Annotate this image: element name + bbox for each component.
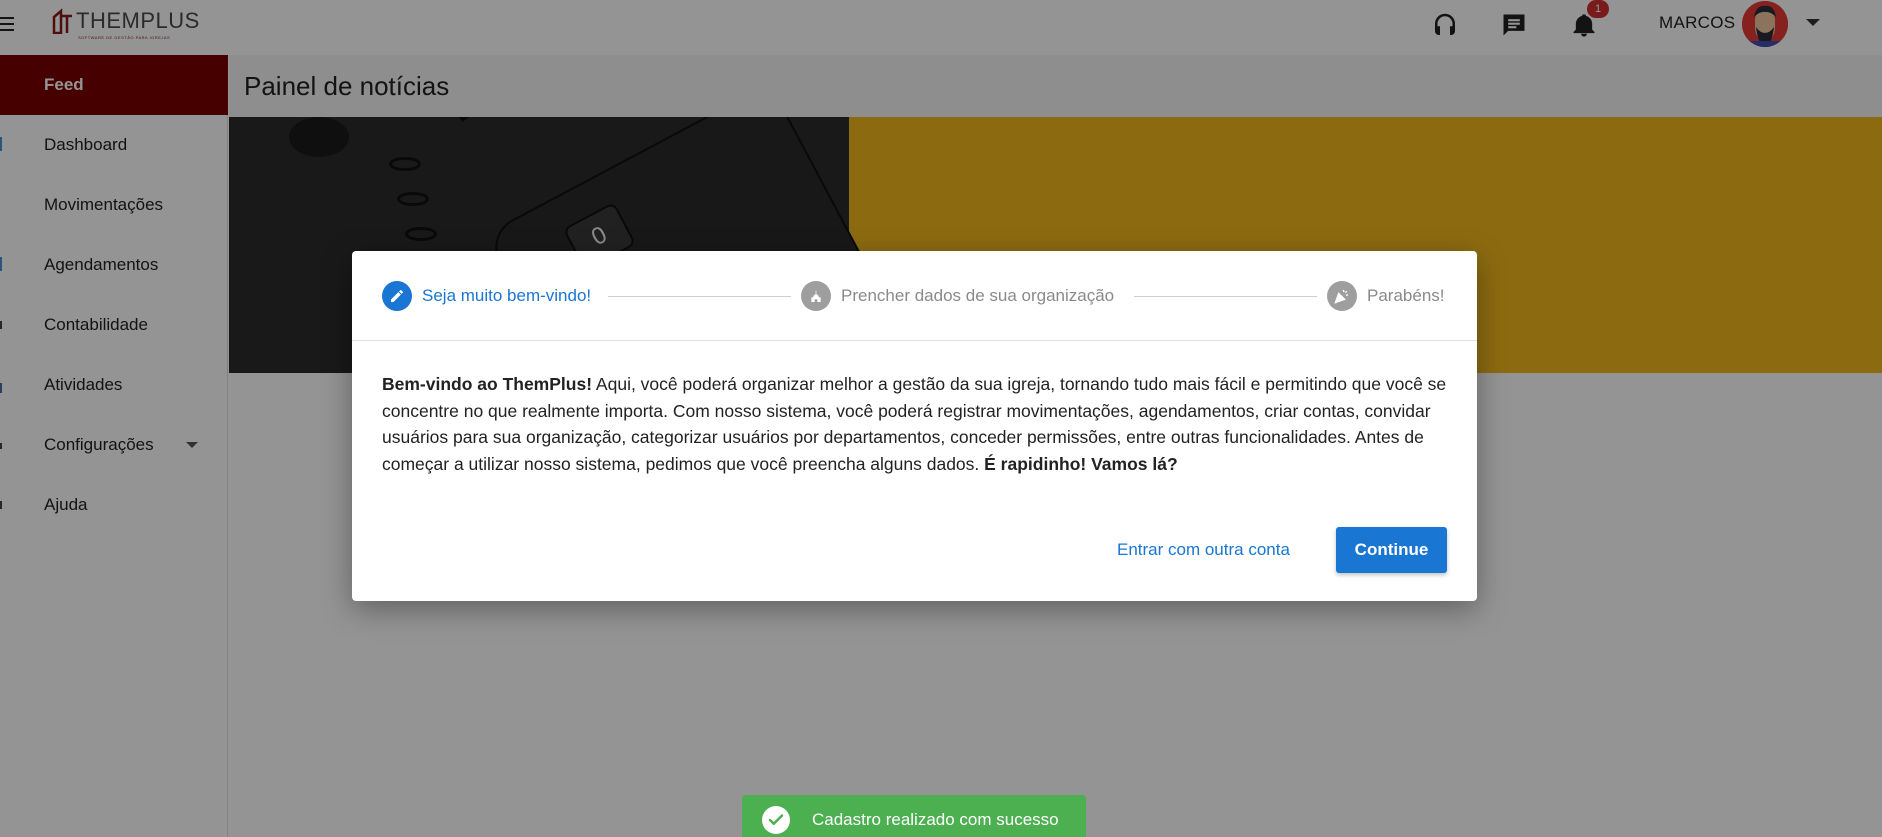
step-connector [608,296,791,297]
use-other-account-button[interactable]: Entrar com outra conta [1117,527,1290,573]
church-icon [801,281,831,311]
welcome-dialog: Seja muito bem-vindo! Prencher dados de … [352,251,1477,601]
step-label: Seja muito bem-vindo! [422,286,592,305]
step-connector [1134,296,1317,297]
step-congrats: Parabéns! [1327,281,1445,311]
step-label: Parabéns! [1367,286,1445,305]
welcome-message: Bem-vindo ao ThemPlus! Aqui, você poderá… [382,371,1452,477]
party-icon [1327,281,1357,311]
welcome-intro: Bem-vindo ao ThemPlus! [382,374,593,394]
success-toast: Cadastro realizado com sucesso [742,795,1086,837]
step-welcome: Seja muito bem-vindo! [382,281,591,311]
check-circle-icon [762,806,790,834]
toast-message: Cadastro realizado com sucesso [812,810,1059,829]
step-organization: Prencher dados de sua organização [801,281,1114,311]
welcome-outro: É rapidinho! Vamos lá? [984,453,1178,474]
stepper: Seja muito bem-vindo! Prencher dados de … [352,251,1477,341]
continue-button[interactable]: Continue [1336,527,1447,573]
pencil-icon [382,281,412,311]
step-label: Prencher dados de sua organização [841,286,1115,305]
